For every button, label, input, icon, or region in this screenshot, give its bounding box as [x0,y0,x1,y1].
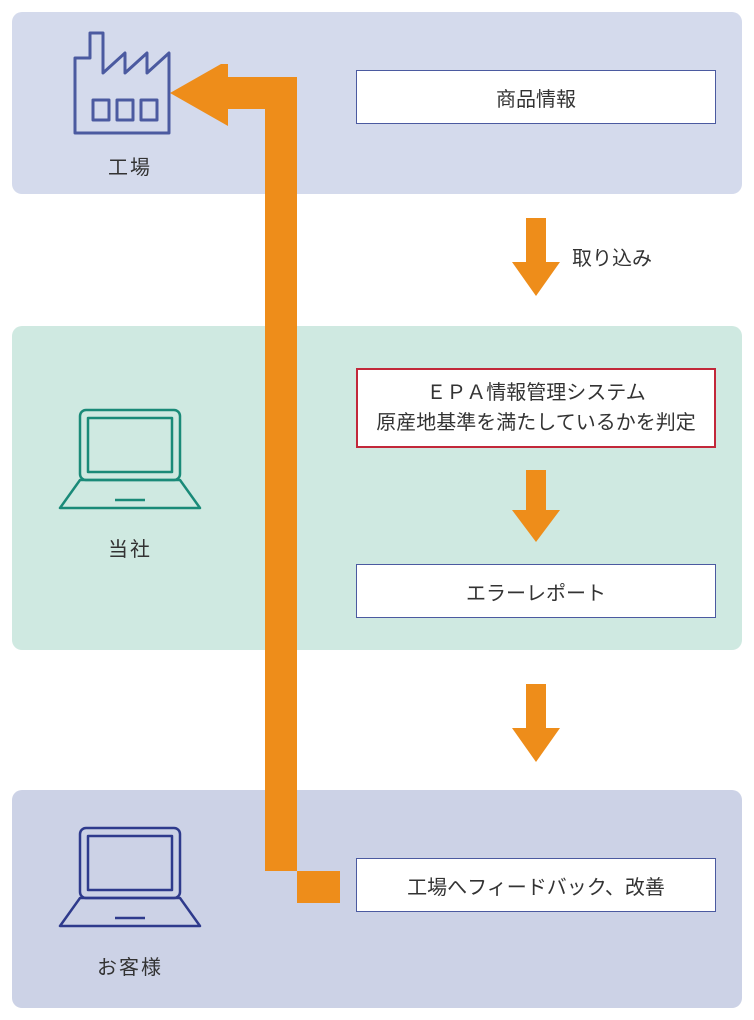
box-feedback: 工場へフィードバック、改善 [356,858,716,912]
box-epa-system: ＥＰＡ情報管理システム 原産地基準を満たしているかを判定 [356,368,716,448]
arrow-import-label: 取り込み [572,242,652,271]
customer-label: お客様 [40,951,220,980]
arrow-down-3 [512,684,560,762]
box-product-info: 商品情報 [356,70,716,124]
box-epa-line1: ＥＰＡ情報管理システム [426,378,645,408]
box-epa-line2: 原産地基準を満たしているかを判定 [376,408,695,438]
box-error-report: エラーレポート [356,564,716,618]
diagram-stage: 工場 当社 お客様 商品情報 ＥＰＡ情報管理システム 原産地基 [0,0,754,1020]
arrow-down-1 [512,218,560,296]
arrow-down-2 [512,470,560,542]
arrow-feedback-loop [170,64,340,914]
